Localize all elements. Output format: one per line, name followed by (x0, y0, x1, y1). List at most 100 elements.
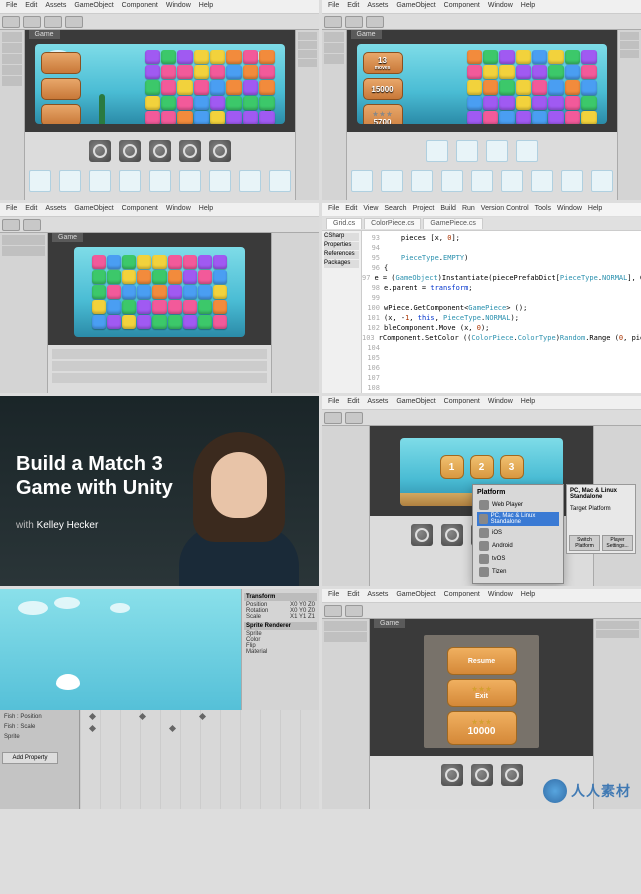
game-piece[interactable] (137, 255, 151, 269)
game-piece[interactable] (581, 80, 596, 94)
hud-button[interactable] (41, 52, 81, 74)
platform-item[interactable]: iOS (477, 527, 559, 539)
game-tab[interactable]: Game (52, 233, 83, 242)
game-piece[interactable] (145, 111, 160, 124)
level-button-3[interactable]: 3 (500, 455, 524, 479)
menu-window[interactable]: Window (166, 205, 191, 214)
game-piece[interactable] (243, 65, 258, 79)
menu-help[interactable]: Help (521, 398, 535, 407)
menu-search[interactable]: Search (384, 205, 406, 214)
code-line[interactable]: 107 (362, 373, 641, 383)
game-piece[interactable] (532, 65, 547, 79)
game-piece[interactable] (137, 300, 151, 314)
game-piece[interactable] (213, 285, 227, 299)
timeline-tracks[interactable] (80, 710, 319, 809)
code-line[interactable]: 98e.parent = transform; (362, 283, 641, 293)
game-piece[interactable] (177, 50, 192, 64)
resume-button[interactable]: Resume (447, 647, 517, 675)
game-piece[interactable] (161, 111, 176, 124)
game-piece[interactable] (532, 111, 547, 124)
file-tab[interactable]: GamePiece.cs (423, 218, 483, 229)
game-piece[interactable] (226, 96, 241, 110)
game-piece[interactable] (122, 285, 136, 299)
add-property-button[interactable]: Add Property (2, 752, 58, 764)
menu-versioncontrol[interactable]: Version Control (481, 205, 529, 214)
menu-help[interactable]: Help (199, 205, 213, 214)
game-piece[interactable] (107, 315, 121, 329)
game-piece[interactable] (499, 80, 514, 94)
switch-platform-button[interactable]: Switch Platform (569, 535, 600, 551)
game-piece[interactable] (183, 270, 197, 284)
script-icon[interactable] (531, 170, 553, 192)
prefab-icon[interactable] (89, 140, 111, 162)
game-piece[interactable] (210, 65, 225, 79)
menu-file[interactable]: File (328, 2, 339, 11)
menu-assets[interactable]: Assets (367, 2, 388, 11)
menu-window[interactable]: Window (488, 2, 513, 11)
game-piece[interactable] (177, 80, 192, 94)
game-piece[interactable] (168, 285, 182, 299)
menu-component[interactable]: Component (444, 591, 480, 600)
game-piece[interactable] (198, 270, 212, 284)
game-piece[interactable] (122, 315, 136, 329)
animation-track[interactable]: Fish : Position (2, 712, 77, 722)
menu-component[interactable]: Component (122, 205, 158, 214)
platform-item[interactable]: Tizen (477, 566, 559, 578)
menu-file[interactable]: File (328, 591, 339, 600)
fish-sprite[interactable] (56, 674, 80, 690)
game-piece[interactable] (198, 315, 212, 329)
match-grid[interactable] (467, 50, 597, 124)
script-icon[interactable] (441, 170, 463, 192)
game-piece[interactable] (198, 300, 212, 314)
game-piece[interactable] (177, 111, 192, 124)
menu-file[interactable]: File (328, 398, 339, 407)
game-piece[interactable] (152, 255, 166, 269)
game-piece[interactable] (210, 80, 225, 94)
menu-view[interactable]: View (363, 205, 378, 214)
game-piece[interactable] (107, 255, 121, 269)
game-piece[interactable] (532, 96, 547, 110)
game-piece[interactable] (516, 65, 531, 79)
menu-file[interactable]: File (6, 2, 17, 11)
file-tab[interactable]: Grid.cs (326, 218, 362, 229)
script-icon[interactable] (149, 170, 171, 192)
game-piece[interactable] (152, 270, 166, 284)
file-tab[interactable]: ColorPiece.cs (364, 218, 421, 229)
game-piece[interactable] (483, 50, 498, 64)
menu-file[interactable]: File (328, 205, 339, 214)
game-piece[interactable] (137, 270, 151, 284)
game-piece[interactable] (581, 65, 596, 79)
game-piece[interactable] (183, 285, 197, 299)
menu-component[interactable]: Component (122, 2, 158, 11)
game-piece[interactable] (177, 96, 192, 110)
hud-button[interactable] (41, 104, 81, 124)
game-piece[interactable] (107, 270, 121, 284)
game-piece[interactable] (183, 315, 197, 329)
menu-assets[interactable]: Assets (45, 205, 66, 214)
game-piece[interactable] (161, 96, 176, 110)
menu-component[interactable]: Component (444, 2, 480, 11)
script-icon[interactable] (89, 170, 111, 192)
animation-track[interactable]: Sprite (2, 732, 77, 742)
prefab-icon[interactable] (179, 140, 201, 162)
menu-window[interactable]: Window (488, 591, 513, 600)
game-piece[interactable] (161, 65, 176, 79)
platform-item[interactable]: Web Player (477, 499, 559, 511)
game-piece[interactable] (467, 111, 482, 124)
prefab-icon[interactable] (119, 140, 141, 162)
code-line[interactable]: 93 pieces [x, 0]; (362, 233, 641, 243)
script-icon[interactable] (456, 140, 478, 162)
code-line[interactable]: 101(x, -1, this, PieceType.NORMAL); (362, 313, 641, 323)
game-piece[interactable] (565, 50, 580, 64)
solution-item[interactable]: Packages (324, 260, 359, 268)
game-piece[interactable] (226, 111, 241, 124)
inspector-property[interactable]: Material (244, 649, 317, 655)
game-piece[interactable] (145, 65, 160, 79)
game-piece[interactable] (565, 65, 580, 79)
game-piece[interactable] (516, 80, 531, 94)
tool-btn[interactable] (345, 16, 363, 28)
prefab-icon[interactable] (209, 140, 231, 162)
script-icon[interactable] (209, 170, 231, 192)
score-button[interactable]: 10000 (447, 711, 517, 745)
code-line[interactable]: 99 (362, 293, 641, 303)
